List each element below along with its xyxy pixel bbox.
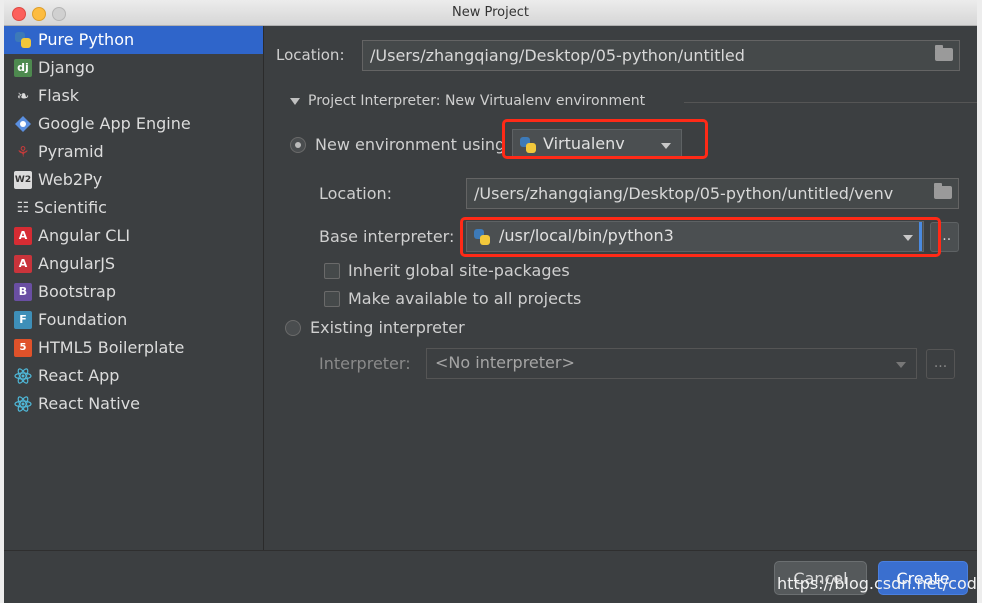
collapse-triangle-icon[interactable] xyxy=(290,98,300,105)
sidebar-item-label: Foundation xyxy=(38,310,128,329)
inherit-packages-label: Inherit global site-packages xyxy=(348,261,570,280)
sidebar-item-label: HTML5 Boilerplate xyxy=(38,338,185,357)
react-icon xyxy=(14,367,32,385)
interpreter-label: Interpreter: xyxy=(319,354,411,373)
highlight-box xyxy=(460,217,941,257)
sidebar-item-angularjs[interactable]: A AngularJS xyxy=(4,250,263,278)
interpreter-section-header[interactable]: Project Interpreter: New Virtualenv envi… xyxy=(290,93,977,113)
sidebar-item-pyramid[interactable]: ⚘ Pyramid xyxy=(4,138,263,166)
project-location-value: /Users/zhangqiang/Desktop/05-python/unti… xyxy=(370,46,745,65)
sidebar-item-label: Scientific xyxy=(34,198,107,217)
sidebar-item-angular-cli[interactable]: A Angular CLI xyxy=(4,222,263,250)
sidebar-item-google-app-engine[interactable]: Google App Engine xyxy=(4,110,263,138)
sidebar-item-foundation[interactable]: F Foundation xyxy=(4,306,263,334)
angular-cli-icon: A xyxy=(14,227,32,245)
existing-interpreter-radio[interactable] xyxy=(285,320,301,336)
sidebar-item-label: React Native xyxy=(38,394,141,413)
scientific-icon: ☷ xyxy=(16,200,30,216)
interpreter-section-title: Project Interpreter: New Virtualenv envi… xyxy=(308,93,646,109)
browse-existing-button[interactable]: ... xyxy=(926,349,955,379)
sidebar-item-flask[interactable]: ❧ Flask xyxy=(4,82,263,110)
python-icon xyxy=(14,31,32,49)
sidebar-item-django[interactable]: dj Django xyxy=(4,54,263,82)
project-type-sidebar: Pure Python dj Django ❧ Flask Google App… xyxy=(4,26,264,550)
angularjs-icon: A xyxy=(14,255,32,273)
sidebar-item-label: Bootstrap xyxy=(38,282,116,301)
sidebar-item-label: Google App Engine xyxy=(38,114,191,133)
sidebar-item-scientific[interactable]: ☷ Scientific xyxy=(4,194,263,222)
sidebar-item-label: Web2Py xyxy=(38,170,103,189)
make-available-label: Make available to all projects xyxy=(348,289,582,308)
sidebar-item-label: Angular CLI xyxy=(38,226,131,245)
venv-location-field[interactable]: /Users/zhangqiang/Desktop/05-python/unti… xyxy=(466,178,959,209)
sidebar-item-pure-python[interactable]: Pure Python xyxy=(4,26,263,54)
sidebar-item-html5-boilerplate[interactable]: 5 HTML5 Boilerplate xyxy=(4,334,263,362)
sidebar-item-react-native[interactable]: React Native xyxy=(4,390,263,418)
existing-interpreter-label: Existing interpreter xyxy=(310,318,465,337)
inherit-packages-checkbox[interactable] xyxy=(324,263,340,279)
react-icon xyxy=(14,395,32,413)
window-title: New Project xyxy=(452,5,529,20)
html5-icon: 5 xyxy=(14,339,32,357)
project-settings-panel: Location: /Users/zhangqiang/Desktop/05-p… xyxy=(264,26,977,550)
make-available-checkbox[interactable] xyxy=(324,291,340,307)
django-icon: dj xyxy=(14,59,32,77)
flask-icon: ❧ xyxy=(16,87,30,105)
sidebar-item-react-app[interactable]: React App xyxy=(4,362,263,390)
sidebar-item-label: Django xyxy=(38,58,95,77)
existing-interpreter-dropdown[interactable]: <No interpreter> xyxy=(426,348,917,379)
venv-location-label: Location: xyxy=(319,184,393,203)
location-label: Location: xyxy=(276,46,345,64)
new-environment-radio[interactable] xyxy=(290,137,306,153)
sidebar-item-web2py[interactable]: W2 Web2Py xyxy=(4,166,263,194)
new-project-window: New Project Pure Python dj Django ❧ Flas… xyxy=(4,0,977,603)
pyramid-icon: ⚘ xyxy=(16,143,30,161)
sidebar-item-label: Pure Python xyxy=(38,30,135,49)
bootstrap-icon: B xyxy=(14,283,32,301)
highlight-box xyxy=(502,119,708,159)
google-app-engine-icon xyxy=(14,115,32,133)
web2py-icon: W2 xyxy=(14,171,32,189)
venv-location-value: /Users/zhangqiang/Desktop/05-python/unti… xyxy=(474,184,894,203)
sidebar-item-label: Flask xyxy=(38,86,80,105)
sidebar-item-label: React App xyxy=(38,366,120,385)
new-environment-label: New environment using xyxy=(315,135,506,154)
watermark-text: https://blog.csdn.net/codipy xyxy=(777,574,982,593)
project-location-field[interactable]: /Users/zhangqiang/Desktop/05-python/unti… xyxy=(362,40,960,71)
folder-icon[interactable] xyxy=(935,45,953,61)
sidebar-item-bootstrap[interactable]: B Bootstrap xyxy=(4,278,263,306)
title-bar: New Project xyxy=(4,0,977,26)
sidebar-item-label: AngularJS xyxy=(38,254,116,273)
base-interpreter-label: Base interpreter: xyxy=(319,227,455,246)
folder-icon[interactable] xyxy=(934,183,952,199)
existing-interpreter-value: <No interpreter> xyxy=(435,353,575,372)
section-divider xyxy=(684,102,977,103)
chevron-down-icon xyxy=(896,362,906,368)
foundation-icon: F xyxy=(14,311,32,329)
sidebar-item-label: Pyramid xyxy=(38,142,104,161)
